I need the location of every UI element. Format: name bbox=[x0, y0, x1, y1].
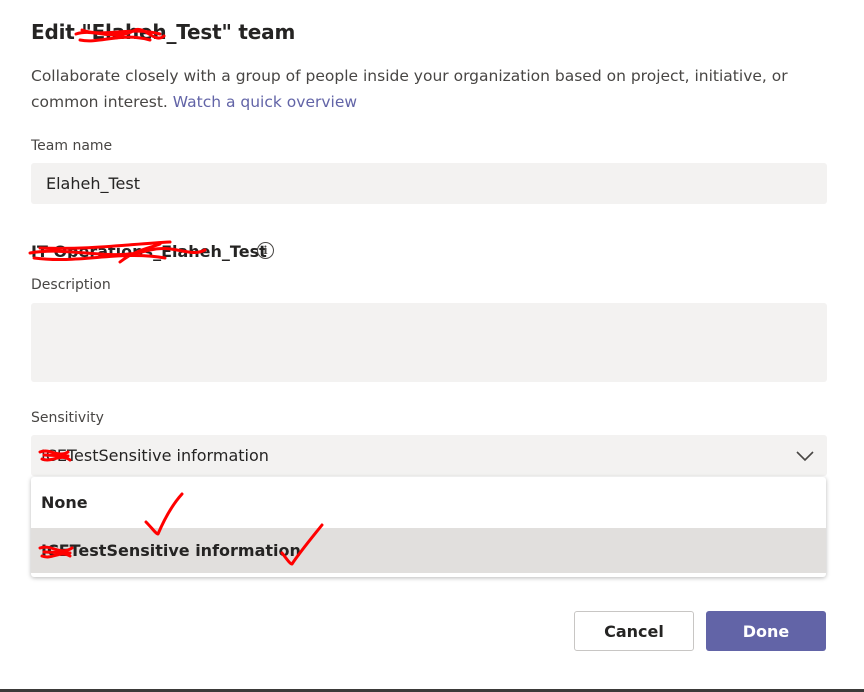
group-heading: IT Operations_Elaheh_Test bbox=[31, 242, 267, 261]
dialog-title: Edit "Elaheh_Test" team bbox=[31, 20, 295, 44]
sensitivity-selected-value: ICETestSensitive information bbox=[41, 446, 269, 465]
description-textarea[interactable] bbox=[31, 303, 827, 382]
title-redacted-part: Elaheh bbox=[91, 20, 167, 44]
description-text: Collaborate closely with a group of peop… bbox=[31, 67, 788, 111]
sensitivity-redacted-prefix: ICE bbox=[41, 446, 67, 465]
done-button[interactable]: Done bbox=[706, 611, 826, 651]
watch-overview-link[interactable]: Watch a quick overview bbox=[173, 93, 357, 111]
sensitivity-options-list: None ICE TestSensitive information bbox=[31, 477, 826, 577]
option-redacted-prefix: ICE bbox=[41, 541, 70, 560]
team-name-input[interactable]: Elaheh_Test bbox=[31, 163, 827, 204]
chevron-down-icon[interactable] bbox=[795, 449, 815, 463]
sensitivity-dropdown[interactable]: ICETestSensitive information bbox=[31, 435, 827, 476]
description-label: Description bbox=[31, 277, 111, 293]
option-testsensitive[interactable]: ICE TestSensitive information bbox=[31, 528, 826, 573]
group-heading-redacted: IT Operations_Elaheh bbox=[31, 242, 222, 261]
title-prefix: Edit " bbox=[31, 20, 92, 44]
info-icon[interactable]: i bbox=[257, 242, 274, 259]
dialog-description: Collaborate closely with a group of peop… bbox=[31, 63, 831, 115]
sensitivity-selected-label: TestSensitive information bbox=[67, 446, 269, 465]
option-none[interactable]: None bbox=[31, 477, 826, 528]
option-testsensitive-label: TestSensitive information bbox=[69, 541, 301, 560]
sensitivity-label: Sensitivity bbox=[31, 410, 104, 426]
cancel-button[interactable]: Cancel bbox=[574, 611, 694, 651]
team-name-label: Team name bbox=[31, 138, 113, 154]
title-suffix: _Test" team bbox=[166, 20, 296, 44]
team-name-value: Elaheh_Test bbox=[46, 174, 140, 193]
option-none-label: None bbox=[41, 493, 88, 512]
